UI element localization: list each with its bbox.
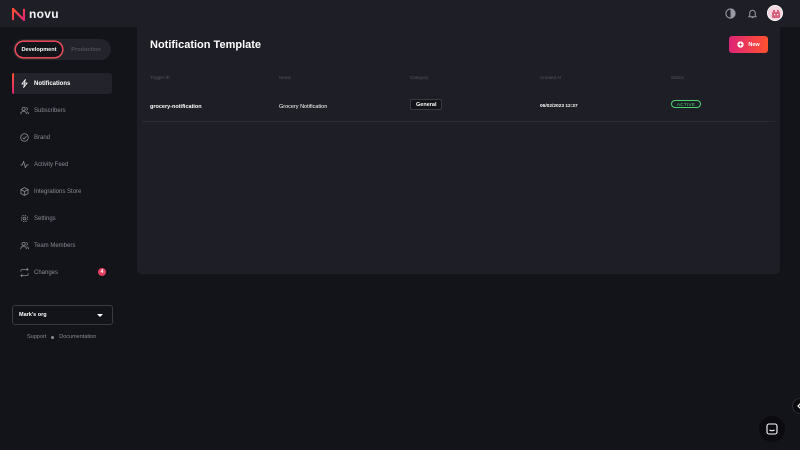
theme-toggle-icon[interactable] [725,8,736,19]
top-bar: novu [0,0,800,27]
sidebar-item-subscribers[interactable]: Subscribers [12,100,112,121]
sidebar-footer: Support Documentation [27,334,96,340]
name-cell: Grocery Notification [279,104,328,110]
environment-development[interactable]: Development [15,41,63,58]
page-title: Notification Template [150,39,262,51]
sidebar-item-label: Team Members [34,242,76,249]
sidebar: Development Production Notifications Sub… [0,27,125,450]
status-badge: ACTIVE [671,100,702,108]
chat-launcher-button[interactable] [759,416,785,442]
environment-toggle[interactable]: Development Production [13,39,111,60]
sidebar-item-label: Subscribers [34,107,66,114]
column-header-category[interactable]: Category [410,75,428,80]
brand-name: novu [29,7,59,21]
gear-icon [20,214,29,223]
sidebar-item-label: Notifications [34,80,71,87]
sidebar-item-brand[interactable]: Brand [12,127,112,148]
sidebar-item-label: Integrations Store [34,188,82,195]
sidebar-item-label: Brand [34,134,51,141]
sidebar-item-label: Activity Feed [34,161,69,168]
new-button-label: New [748,41,760,48]
column-header-created-at[interactable]: Created At [540,75,561,80]
sidebar-item-label: Settings [34,215,56,222]
environment-production[interactable]: Production [62,41,110,58]
avatar[interactable] [767,5,783,21]
box-icon [20,187,29,196]
users-icon [20,106,29,115]
sidebar-item-label: Changes [34,269,59,276]
activity-icon [20,160,29,169]
chat-icon [766,423,778,435]
side-drawer-toggle[interactable] [792,398,800,414]
sidebar-item-notifications[interactable]: Notifications [12,73,112,94]
column-header-status[interactable]: Status [671,75,684,80]
swap-icon [20,268,29,277]
new-template-button[interactable]: New [729,36,768,53]
documentation-link[interactable]: Documentation [59,334,96,340]
separator-dot [51,335,55,339]
novu-logo-icon [12,7,25,21]
support-link[interactable]: Support [27,334,46,340]
main-panel: Notification Template New Trigger ID Nam… [137,27,780,274]
organization-name: Mark's org [19,312,47,318]
sidebar-item-activity-feed[interactable]: Activity Feed [12,154,112,175]
organization-select[interactable]: Mark's org [12,305,113,325]
column-header-name[interactable]: Name [279,75,291,80]
sidebar-item-changes[interactable]: Changes 4 [12,262,112,283]
chevron-left-icon [797,403,800,409]
avatar-image [768,6,782,20]
team-icon [20,241,29,250]
trigger-id-cell: grocery-notification [150,104,202,110]
check-circle-icon [20,133,29,142]
chevron-down-icon [97,314,103,317]
column-header-trigger-id[interactable]: Trigger ID [150,75,170,80]
category-chip: General [410,99,443,110]
novu-logo[interactable]: novu [12,7,59,21]
table-row[interactable]: grocery-notification Grocery Notificatio… [142,93,775,122]
plus-circle-icon [737,41,744,48]
bell-icon[interactable] [747,8,758,19]
lightning-icon [21,79,28,88]
changes-count-badge: 4 [98,268,106,276]
sidebar-item-team-members[interactable]: Team Members [12,235,112,256]
sidebar-item-settings[interactable]: Settings [12,208,112,229]
sidebar-item-integrations-store[interactable]: Integrations Store [12,181,112,202]
created-at-cell: 06/02/2023 12:37 [540,104,578,109]
